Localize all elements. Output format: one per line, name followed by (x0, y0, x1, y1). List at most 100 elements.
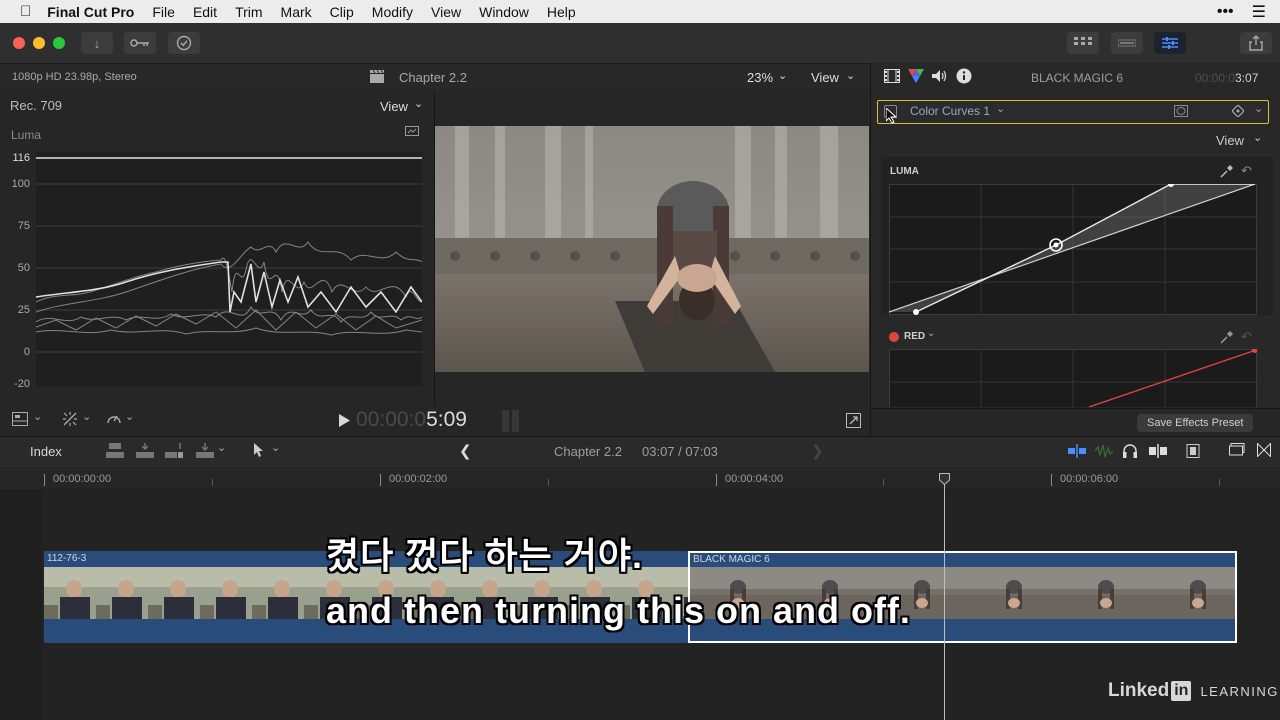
playhead[interactable] (944, 474, 945, 720)
red-dot-icon (889, 332, 899, 342)
subtitle-line-english: and then turning this on and off. (326, 590, 911, 631)
playhead-handle-icon[interactable] (939, 473, 950, 485)
menu-view[interactable]: View (431, 4, 461, 20)
info-icon[interactable] (956, 68, 972, 87)
timeline-position: 03:07 / 07:03 (642, 444, 718, 459)
menu-app-name[interactable]: Final Cut Pro (47, 4, 134, 20)
scope-y-label: 25 (17, 304, 30, 316)
headphones-icon[interactable] (1122, 443, 1138, 461)
transitions-browser-icon[interactable] (1257, 442, 1271, 460)
viewer-view-menu[interactable]: View (811, 70, 839, 85)
timecode-display[interactable]: 00:00:05:09 (356, 408, 467, 432)
audio-skimming-icon[interactable] (1094, 444, 1114, 461)
chevron-down-icon[interactable]: ⌄ (217, 441, 226, 454)
film-icon[interactable] (884, 69, 900, 86)
menu-clip[interactable]: Clip (330, 4, 354, 20)
back-arrow-icon[interactable]: ❮ (459, 442, 472, 460)
timeline-title: Chapter 2.2 (554, 444, 622, 459)
reset-icon[interactable]: ↶ (1241, 329, 1252, 345)
chevron-down-icon[interactable]: ⌄ (82, 410, 91, 423)
clip-name: 112-76-3 (47, 553, 87, 564)
ruler-tick-line (44, 474, 45, 486)
toolbar: ↓ (0, 23, 1280, 64)
insert-clip-icon[interactable] (136, 443, 154, 462)
index-button[interactable]: Index (30, 444, 62, 459)
download-icon: ↓ (93, 35, 101, 51)
effect-header[interactable]: Color Curves 1 ⌄ ⌄ (877, 100, 1269, 124)
zoom-window-button[interactable] (53, 37, 65, 49)
chevron-down-icon[interactable]: ⌄ (125, 410, 134, 423)
speed-icon[interactable] (106, 411, 122, 430)
menu-modify[interactable]: Modify (372, 4, 413, 20)
reset-icon[interactable]: ↶ (1241, 163, 1252, 179)
linkedin-learning-logo: Linked in LEARNING (1108, 680, 1279, 702)
menu-mark[interactable]: Mark (281, 4, 312, 20)
scopes-view-menu[interactable]: View (380, 99, 408, 114)
mask-icon[interactable] (1174, 105, 1188, 120)
skimming-icon[interactable] (1068, 444, 1086, 461)
audio-inspector-icon[interactable] (931, 68, 947, 87)
timeline-index-icon[interactable] (1229, 443, 1245, 460)
duration-bright: 3:07 (1235, 71, 1259, 85)
chevron-down-icon[interactable]: ⌄ (33, 410, 42, 423)
ruler-tick-line (883, 479, 884, 486)
share-button[interactable] (1240, 32, 1272, 54)
minimize-window-button[interactable] (33, 37, 45, 49)
analyze-button[interactable] (168, 32, 200, 54)
color-inspector-icon[interactable] (908, 69, 924, 86)
chevron-down-icon[interactable]: ⌄ (927, 328, 935, 339)
menu-bar:  Final Cut Pro File Edit Trim Mark Clip… (0, 0, 1280, 23)
select-tool-icon[interactable] (254, 443, 264, 461)
append-clip-icon[interactable] (165, 443, 183, 462)
layout-icon[interactable] (12, 412, 28, 429)
menu-window[interactable]: Window (479, 4, 529, 20)
viewer-video-frame[interactable] (435, 126, 869, 372)
zoom-level[interactable]: 23% (747, 70, 773, 85)
overwrite-clip-icon[interactable] (196, 443, 214, 462)
timeline-lane (0, 490, 42, 720)
ruler-timecode: 00:00:02:00 (389, 473, 448, 485)
connect-clip-icon[interactable] (106, 443, 124, 462)
forward-arrow-icon[interactable]: ❯ (811, 442, 824, 460)
browser-toggle-button[interactable] (1067, 32, 1099, 54)
keyframe-diamond-icon[interactable] (1231, 104, 1245, 120)
snapping-icon[interactable] (1149, 444, 1167, 461)
close-window-button[interactable] (13, 37, 25, 49)
clip-appearance-icon[interactable] (1185, 444, 1201, 461)
more-icon[interactable]: ••• (1217, 3, 1234, 21)
import-button[interactable]: ↓ (81, 32, 113, 54)
fullscreen-icon[interactable] (846, 413, 861, 431)
menu-trim[interactable]: Trim (235, 4, 262, 20)
menu-file[interactable]: File (152, 4, 175, 20)
chevron-down-icon[interactable]: ⌄ (778, 69, 787, 82)
chevron-down-icon[interactable]: ⌄ (271, 441, 280, 454)
luma-curve-graph[interactable] (889, 184, 1257, 315)
transform-icon[interactable] (62, 411, 78, 430)
timecode-bright: 5:09 (426, 408, 467, 431)
apple-icon[interactable]:  (20, 3, 31, 20)
scope-y-label: -20 (14, 378, 30, 390)
keyword-button[interactable] (124, 32, 156, 54)
ruler-tick-line (1051, 474, 1052, 486)
ruler-timecode: 00:00:06:00 (1060, 473, 1119, 485)
chevron-down-icon[interactable]: ⌄ (414, 97, 423, 110)
menu-help[interactable]: Help (547, 4, 576, 20)
effect-name[interactable]: Color Curves 1 (910, 104, 990, 118)
play-icon[interactable] (339, 414, 350, 430)
red-curve-graph[interactable] (889, 349, 1257, 407)
eyedropper-icon[interactable] (1220, 165, 1233, 181)
inspector-toggle-button[interactable] (1154, 32, 1186, 54)
chevron-down-icon[interactable]: ⌄ (846, 69, 855, 82)
chevron-down-icon[interactable]: ⌄ (1254, 102, 1263, 115)
scope-settings-icon[interactable] (405, 126, 419, 141)
timeline-toggle-button[interactable] (1111, 32, 1143, 54)
inspector-view-menu[interactable]: View (1216, 133, 1244, 148)
save-effects-preset-button[interactable]: Save Effects Preset (1137, 414, 1254, 432)
chevron-down-icon[interactable]: ⌄ (1253, 131, 1262, 144)
menu-edit[interactable]: Edit (193, 4, 217, 20)
inspector-clip-name: BLACK MAGIC 6 (1031, 71, 1124, 85)
list-icon[interactable]: ☰ (1252, 2, 1266, 22)
eyedropper-icon[interactable] (1220, 331, 1233, 347)
red-channel-label[interactable]: RED (904, 331, 925, 342)
chevron-down-icon[interactable]: ⌄ (996, 102, 1005, 115)
